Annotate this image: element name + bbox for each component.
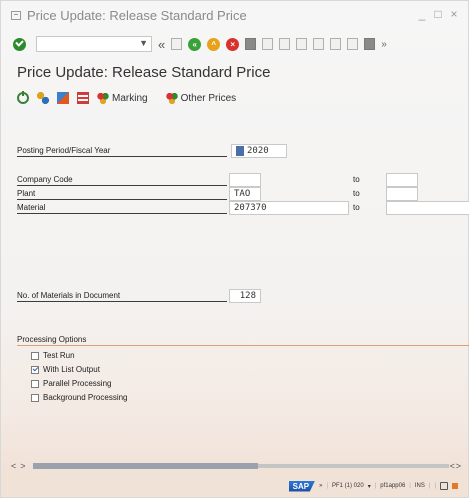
screen-title: Price Update: Release Standard Price: [17, 64, 271, 81]
status-separator: |: [326, 483, 328, 489]
company-code-label: Company Code: [17, 174, 227, 186]
status-separator: |: [434, 483, 436, 489]
selection-options-icon[interactable]: [37, 92, 49, 104]
chevron-down-icon[interactable]: ▼: [139, 38, 148, 48]
num-materials-input[interactable]: 128: [229, 289, 261, 303]
company-code-from-input[interactable]: [229, 173, 261, 187]
other-prices-label: Other Prices: [180, 92, 237, 104]
posting-period-field[interactable]: 2020: [231, 144, 287, 158]
maximize-button[interactable]: □: [432, 7, 444, 21]
processing-options-divider: [17, 345, 469, 346]
scroll-right-inner-icon[interactable]: >: [20, 461, 25, 471]
create-session-icon[interactable]: [364, 38, 376, 50]
parallel-processing-checkbox[interactable]: [31, 379, 39, 388]
scroll-left-end-icon[interactable]: <: [450, 461, 455, 471]
window-controls: _ □ ×: [416, 7, 460, 21]
input-mode[interactable]: INS: [415, 483, 425, 489]
marking-label: Marking: [112, 92, 148, 104]
sap-logo: SAP: [288, 480, 316, 492]
lock-icon[interactable]: [440, 482, 448, 490]
horizontal-scrollbar[interactable]: < > < >: [11, 461, 461, 471]
num-materials-label: No. of Materials in Document: [17, 290, 227, 302]
status-expand-icon[interactable]: »: [319, 483, 322, 489]
application-toolbar: Marking Other Prices: [17, 89, 236, 107]
processing-options-title: Processing Options: [17, 335, 87, 344]
fiscal-year-value: 2020: [247, 146, 269, 156]
title-bar: Price Update: Release Standard Price _ □…: [1, 1, 468, 29]
list-output-option[interactable]: With List Output: [31, 365, 100, 374]
background-processing-checkbox[interactable]: [31, 393, 39, 402]
system-toolbar: ▼ « « ^ × »: [1, 31, 468, 57]
company-code-to-label: to: [353, 175, 360, 184]
status-bar: SAP » | PF1 (1) 020 ▾ | pf1app06 | INS |…: [1, 475, 468, 497]
material-label: Material: [17, 202, 227, 214]
material-to-input[interactable]: [386, 201, 469, 215]
marking-icon: [97, 92, 109, 104]
scroll-thumb[interactable]: [33, 463, 258, 469]
company-code-row: Company Code: [17, 173, 227, 187]
server-name: pf1app06: [380, 483, 406, 489]
collapse-toolbar-icon[interactable]: «: [158, 37, 165, 52]
material-row: Material: [17, 201, 227, 215]
test-run-checkbox[interactable]: [31, 351, 39, 360]
scroll-left-icon[interactable]: <: [11, 461, 16, 471]
last-page-icon[interactable]: [347, 38, 359, 50]
background-processing-option[interactable]: Background Processing: [31, 393, 128, 402]
num-materials-row: No. of Materials in Document: [17, 289, 227, 303]
save-icon[interactable]: [171, 38, 183, 50]
plant-label: Plant: [17, 188, 227, 200]
status-separator: |: [374, 483, 377, 489]
list-icon[interactable]: [77, 92, 89, 104]
parallel-processing-label: Parallel Processing: [43, 379, 112, 388]
other-prices-icon: [165, 92, 178, 104]
previous-page-icon[interactable]: [313, 38, 325, 50]
find-next-icon[interactable]: [279, 38, 291, 50]
material-to-label: to: [353, 203, 360, 212]
close-button[interactable]: ×: [448, 7, 460, 21]
execute-icon[interactable]: [17, 91, 29, 104]
status-separator: |: [409, 483, 411, 489]
plant-from-input[interactable]: TAO: [229, 187, 261, 201]
first-page-icon[interactable]: [296, 38, 308, 50]
document-icon[interactable]: [57, 92, 69, 104]
minimize-button[interactable]: _: [416, 7, 428, 21]
value-help-icon[interactable]: [236, 145, 244, 156]
status-separator: |: [428, 483, 431, 489]
background-processing-label: Background Processing: [43, 393, 128, 402]
list-output-checkbox[interactable]: [31, 365, 39, 374]
plant-to-label: to: [353, 189, 360, 198]
marking-button[interactable]: Marking: [97, 92, 148, 104]
test-run-option[interactable]: Test Run: [31, 351, 75, 360]
test-run-label: Test Run: [43, 351, 75, 360]
status-indicator-icon: [452, 483, 458, 489]
command-field[interactable]: ▼: [36, 36, 152, 52]
other-prices-button[interactable]: Other Prices: [165, 92, 237, 104]
app-window-icon: [11, 10, 21, 20]
find-icon[interactable]: [262, 38, 274, 50]
back-icon[interactable]: «: [188, 37, 202, 51]
enter-check-icon[interactable]: [13, 37, 26, 51]
exit-icon[interactable]: ^: [207, 37, 221, 51]
session-chevron-icon[interactable]: ▾: [368, 483, 371, 490]
sap-window: Price Update: Release Standard Price _ □…: [0, 0, 469, 498]
next-page-icon[interactable]: [330, 38, 342, 50]
list-output-label: With List Output: [43, 365, 100, 374]
window-title: Price Update: Release Standard Price: [27, 7, 247, 23]
scroll-right-icon[interactable]: >: [456, 461, 461, 471]
material-from-input[interactable]: 207370: [229, 201, 349, 215]
more-icon[interactable]: »: [381, 39, 387, 50]
posting-period-label: Posting Period/Fiscal Year: [17, 145, 227, 157]
company-code-to-input[interactable]: [386, 173, 418, 187]
cancel-icon[interactable]: ×: [226, 37, 240, 51]
plant-row: Plant: [17, 187, 227, 201]
print-icon[interactable]: [245, 38, 257, 50]
parallel-processing-option[interactable]: Parallel Processing: [31, 379, 111, 388]
session-info[interactable]: PF1 (1) 020: [332, 483, 364, 489]
posting-period-row: Posting Period/Fiscal Year: [17, 144, 227, 158]
plant-to-input[interactable]: [386, 187, 418, 201]
